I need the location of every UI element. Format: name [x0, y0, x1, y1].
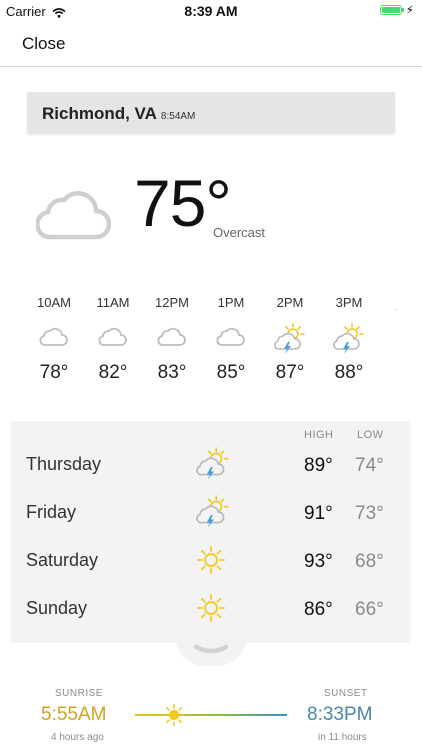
battery-icon [380, 5, 404, 15]
location-name: Richmond, VA [42, 104, 157, 123]
day-low: 68° [355, 551, 384, 572]
hourly-item: 11AM 82° [83, 295, 143, 384]
location-header: Richmond, VA 8:54AM [42, 104, 195, 124]
hour-time: 3PM [335, 295, 363, 310]
hour-time: 10AM [37, 295, 71, 310]
day-name: Friday [26, 502, 77, 522]
cloud-icon [142, 322, 202, 352]
hourly-item: 3PM 88° [319, 295, 379, 384]
daily-forecast: HIGH LOW Thursday 89° 74° Friday 91° 73°… [11, 421, 411, 643]
chevron-down-icon [193, 644, 229, 654]
sunrise-label: SUNRISE [55, 688, 103, 699]
location-local-time: 8:54AM [160, 111, 196, 122]
hourly-scroll-hint: · [395, 304, 399, 315]
sun-progress-track [135, 714, 287, 716]
nav-bar: Close [0, 22, 422, 67]
status-bar: Carrier 8:39 AM ⚡ [0, 0, 422, 22]
collapse-handle[interactable] [175, 636, 247, 666]
thunderstorm-sun-icon [195, 494, 231, 535]
daily-row: Sunday 86° 66° [11, 586, 411, 634]
hourly-item: 2PM 87° [260, 295, 320, 384]
hourly-item: 12PM 83° [142, 295, 202, 384]
hour-temp: 87° [275, 362, 305, 383]
location-bar[interactable]: Richmond, VA 8:54AM [27, 92, 395, 134]
sunset-relative: in 11 hours [318, 732, 367, 743]
hour-time: 1PM [217, 295, 245, 310]
cloud-icon [24, 322, 84, 352]
hourly-item: 1PM 85° [201, 295, 261, 384]
daily-row: Friday 91° 73° [11, 490, 411, 538]
day-low: 66° [355, 599, 384, 620]
day-low: 74° [355, 455, 384, 476]
thunderstorm-sun-icon [319, 322, 379, 354]
hour-time: 11AM [96, 295, 130, 310]
sun-icon [163, 704, 185, 731]
day-high: 86° [304, 599, 333, 620]
day-high: 89° [304, 455, 333, 476]
day-low: 73° [355, 503, 384, 524]
day-name: Sunday [26, 598, 88, 618]
sunset-label: SUNSET [324, 688, 368, 699]
sunrise-time: 5:55AM [41, 704, 107, 725]
daily-row: Thursday 89° 74° [11, 442, 411, 490]
hour-temp: 85° [216, 362, 246, 383]
hourly-item: 10AM 78° [24, 295, 84, 384]
hourly-forecast[interactable]: 10AM 78° 11AM 82° 12PM 83° 1PM 85° 2PM 8 [0, 295, 422, 400]
hour-temp: 88° [334, 362, 364, 383]
thunderstorm-sun-icon [260, 322, 320, 354]
high-column-header: HIGH [304, 429, 334, 441]
cloud-icon [35, 182, 112, 247]
status-clock: 8:39 AM [184, 3, 238, 19]
close-button[interactable]: Close [22, 34, 65, 54]
day-high: 93° [304, 551, 333, 572]
sun-icon [197, 546, 225, 579]
day-high: 91° [304, 503, 333, 524]
day-name: Thursday [26, 454, 102, 474]
sunset-time: 8:33PM [307, 704, 373, 725]
hour-temp: 82° [98, 362, 128, 383]
thunderstorm-sun-icon [195, 446, 231, 487]
charging-bolt-icon: ⚡ [405, 3, 414, 17]
hour-temp: 83° [157, 362, 187, 383]
day-name: Saturday [26, 550, 99, 570]
sun-icon [197, 594, 225, 627]
low-column-header: LOW [357, 429, 384, 441]
current-condition: Overcast [213, 225, 266, 240]
hour-time: 12PM [155, 295, 189, 310]
sunrise-relative: 4 hours ago [51, 732, 104, 743]
cloud-icon [201, 322, 261, 352]
hour-time: 2PM [276, 295, 304, 310]
daily-row: Saturday 93° 68° [11, 538, 411, 586]
cloud-icon [83, 322, 143, 352]
hour-temp: 78° [39, 362, 69, 383]
